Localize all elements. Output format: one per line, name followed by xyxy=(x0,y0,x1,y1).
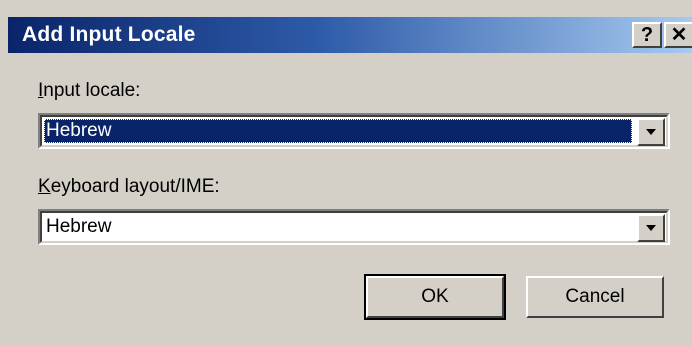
cancel-button[interactable]: Cancel xyxy=(526,276,664,318)
window-title: Add Input Locale xyxy=(22,23,196,46)
add-input-locale-dialog: Add Input Locale ? ✕ Input locale: Hebre… xyxy=(0,0,692,346)
input-locale-select[interactable]: Hebrew xyxy=(38,113,670,149)
close-icon: ✕ xyxy=(670,24,688,46)
keyboard-layout-select-frame: Hebrew xyxy=(40,211,668,243)
chevron-down-icon xyxy=(646,129,656,135)
keyboard-layout-value: Hebrew xyxy=(46,216,112,237)
keyboard-layout-label-text: eyboard layout/IME: xyxy=(50,176,220,197)
ok-button[interactable]: OK xyxy=(364,274,506,320)
chevron-down-icon xyxy=(646,225,656,231)
title-bar[interactable]: Add Input Locale ? ✕ xyxy=(8,17,692,53)
input-locale-value: Hebrew xyxy=(44,119,632,143)
input-locale-dropdown-button[interactable] xyxy=(637,118,665,146)
input-locale-select-frame: Hebrew xyxy=(40,115,668,147)
close-button[interactable]: ✕ xyxy=(664,22,692,48)
cancel-button-label: Cancel xyxy=(565,286,625,307)
input-locale-label-text: nput locale: xyxy=(43,80,141,101)
keyboard-layout-select[interactable]: Hebrew xyxy=(38,209,670,245)
help-button[interactable]: ? xyxy=(632,22,662,48)
keyboard-layout-label: Keyboard layout/IME: xyxy=(38,176,220,198)
question-mark-icon: ? xyxy=(640,24,654,46)
keyboard-layout-label-mnemonic: K xyxy=(38,176,51,197)
ok-button-label: OK xyxy=(421,286,449,307)
keyboard-layout-dropdown-button[interactable] xyxy=(637,214,665,242)
input-locale-label: Input locale: xyxy=(38,80,140,102)
